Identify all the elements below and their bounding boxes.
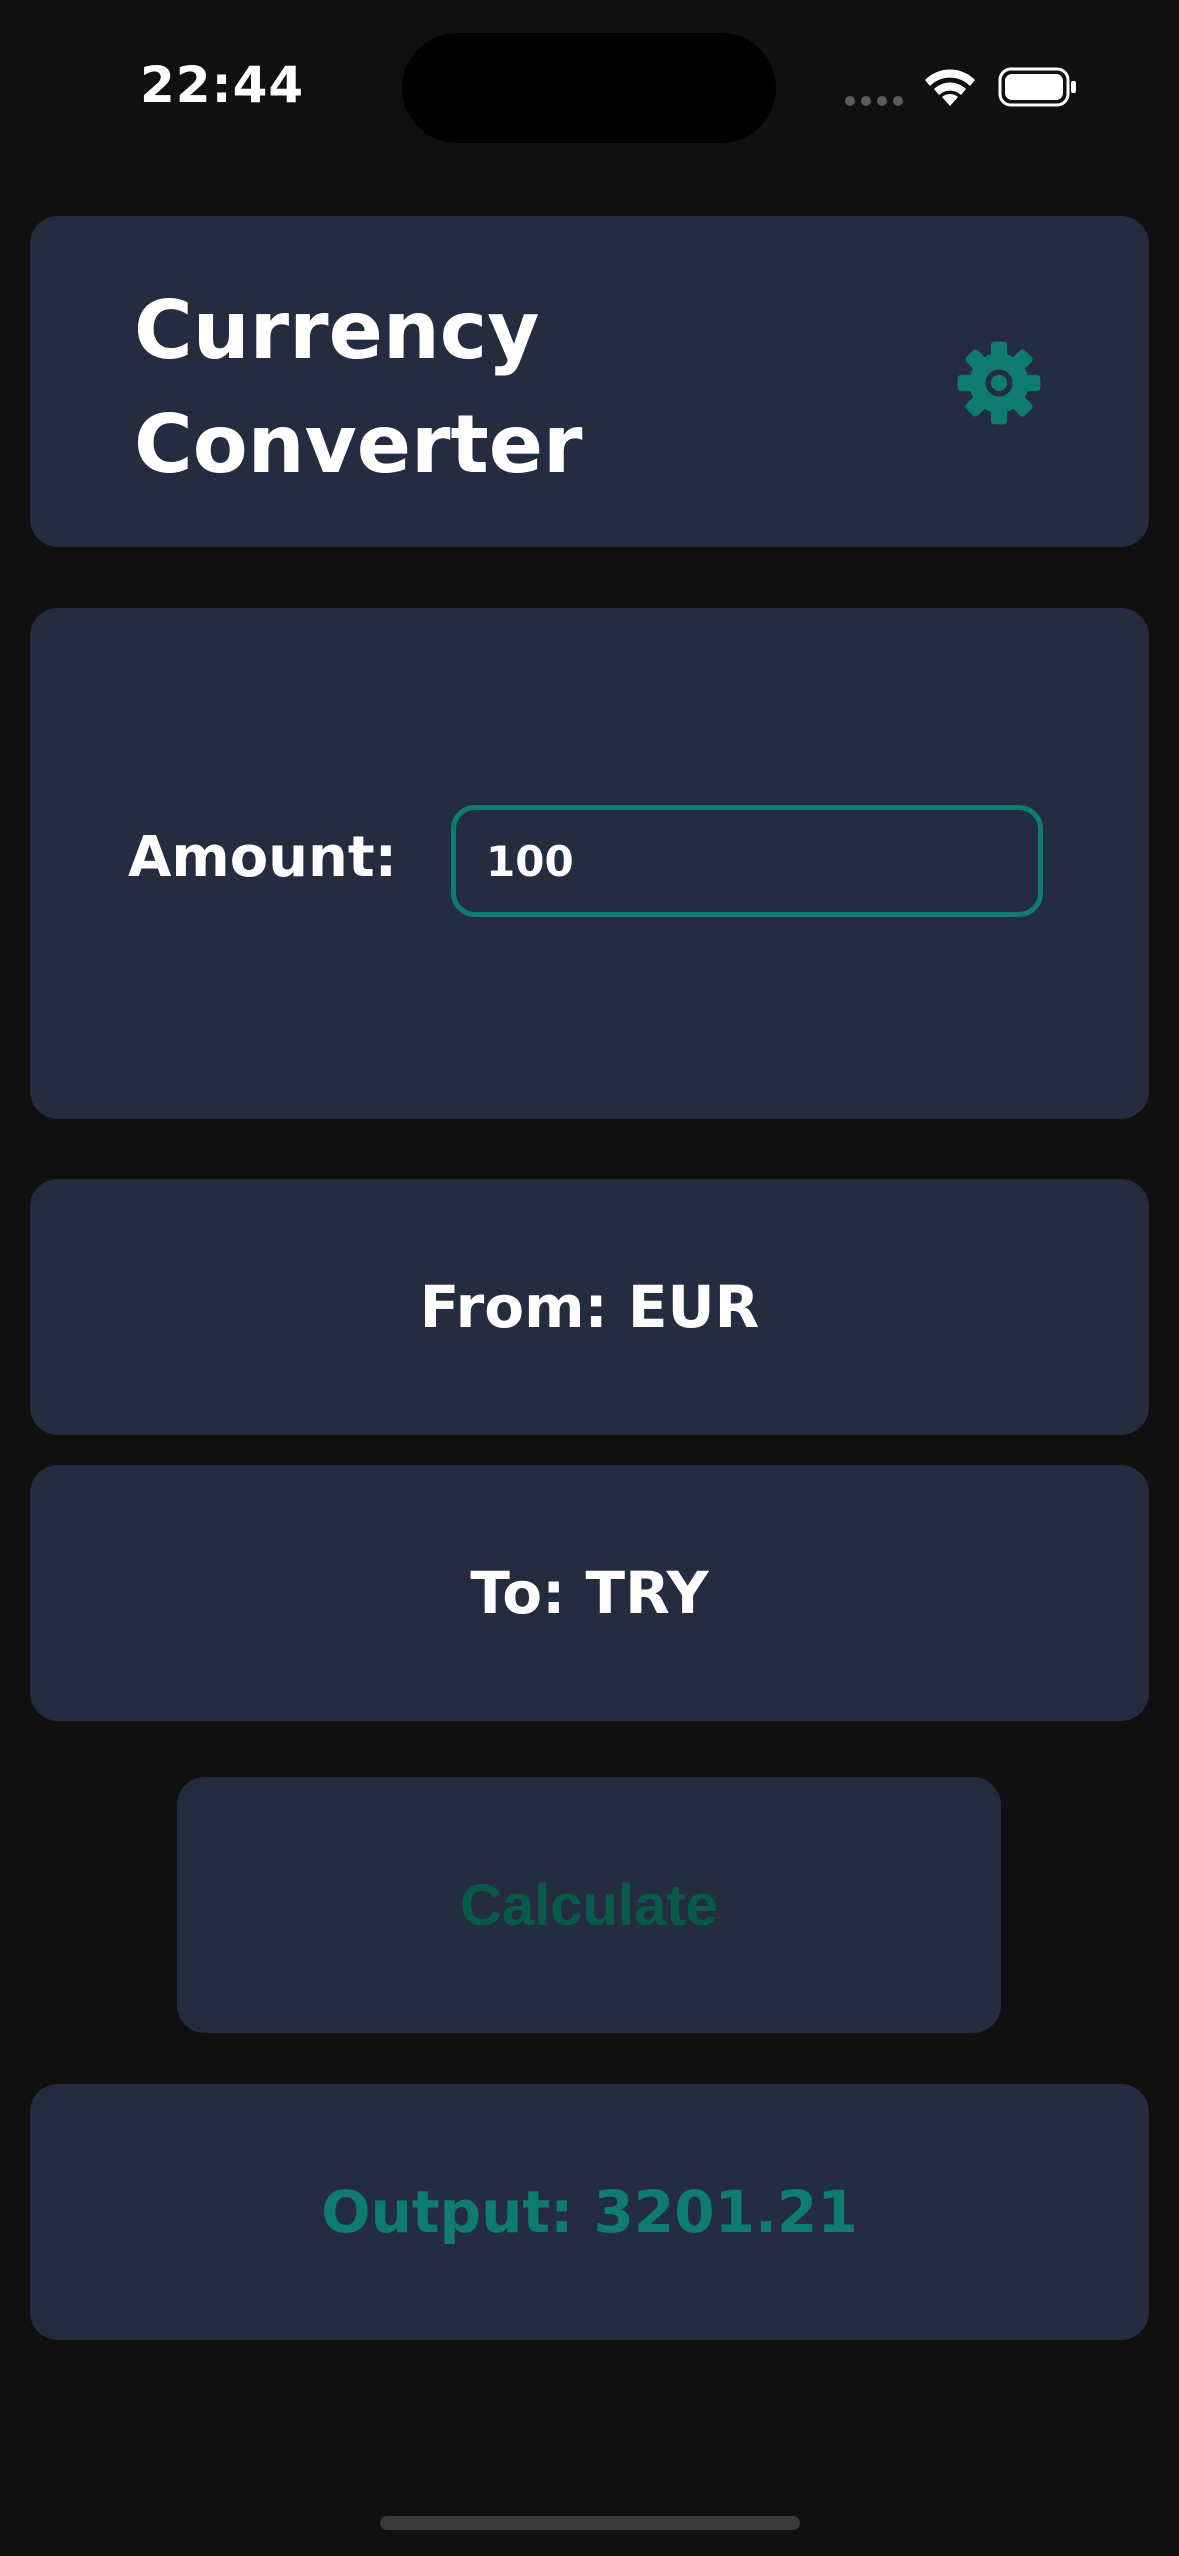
from-currency-label: From: EUR xyxy=(419,1273,760,1341)
home-indicator[interactable] xyxy=(380,2516,800,2530)
amount-label: Amount: xyxy=(128,825,398,890)
battery-icon xyxy=(998,67,1076,107)
app-title-line-1: Currency xyxy=(134,284,540,377)
output-card: Output: 3201.21 xyxy=(30,2084,1149,2340)
to-currency-button[interactable]: To: TRY xyxy=(30,1465,1149,1721)
dynamic-island xyxy=(402,33,776,143)
calculate-button[interactable]: Calculate xyxy=(177,1777,1001,2033)
gear-icon[interactable] xyxy=(954,338,1044,428)
output-text: Output: 3201.21 xyxy=(321,2178,858,2246)
signal-dots-icon xyxy=(845,96,905,106)
app-screen: 22:44 Currency Converter Amount: 100 Fro… xyxy=(0,0,1179,2556)
amount-input[interactable] xyxy=(451,805,1043,917)
wifi-icon xyxy=(925,69,975,106)
amount-card: Amount: xyxy=(30,608,1149,1119)
status-time: 22:44 xyxy=(140,56,305,114)
to-currency-label: To: TRY xyxy=(470,1559,709,1627)
app-title: Currency Converter xyxy=(134,274,694,502)
header-card: Currency Converter xyxy=(30,216,1149,547)
from-currency-button[interactable]: From: EUR xyxy=(30,1179,1149,1435)
calculate-label: Calculate xyxy=(460,1872,718,1938)
app-title-line-2: Converter xyxy=(134,398,583,491)
